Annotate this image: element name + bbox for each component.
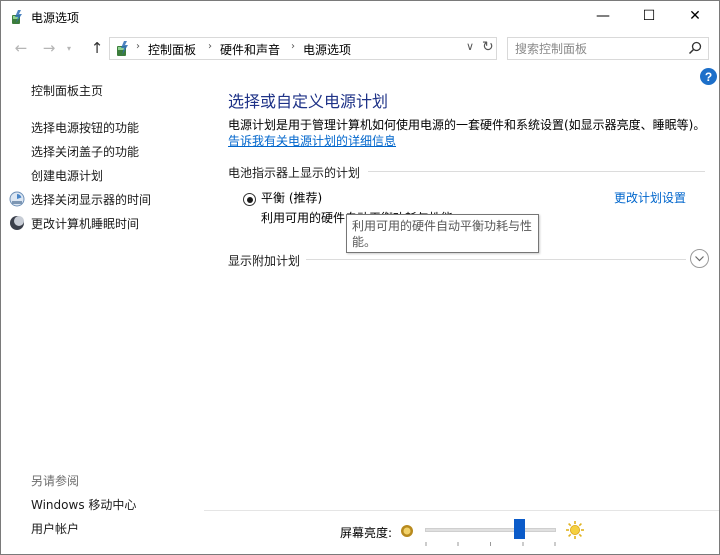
battery-plans-heading: 电池指示器上显示的计划 <box>228 166 361 180</box>
search-input[interactable] <box>508 38 684 59</box>
address-bar[interactable]: › 控制面板 › 硬件和声音 › 电源选项 ∨ ↻ <box>109 37 497 60</box>
up-arrow-icon[interactable]: ↑ <box>87 39 107 57</box>
power-options-window: 电源选项 — ☐ ✕ ← → ▾ ↑ › 控制面板 › 硬件和声音 › 电源选项… <box>0 0 720 555</box>
recent-locations-chevron-icon[interactable]: ▾ <box>63 39 75 57</box>
refresh-icon[interactable]: ↻ <box>482 39 494 55</box>
search-icon[interactable] <box>688 41 702 55</box>
sidebar-link-power-button[interactable]: 选择电源按钮的功能 <box>31 119 139 136</box>
breadcrumb-separator-icon[interactable]: › <box>208 41 212 52</box>
brightness-bar: 屏幕亮度: <box>204 510 719 554</box>
minimize-button[interactable]: — <box>580 1 626 31</box>
screen-brightness-label: 屏幕亮度: <box>340 526 393 540</box>
sidebar-link-windows-mobility-center[interactable]: Windows 移动中心 <box>31 496 136 513</box>
breadcrumb-power-options[interactable]: 电源选项 <box>303 41 351 58</box>
page-description: 电源计划是用于管理计算机如何使用电源的一套硬件和系统设置(如显示器亮度、睡眠等)… <box>228 118 706 132</box>
sidebar-link-display-off-time[interactable]: 选择关闭显示器的时间 <box>31 191 151 208</box>
balanced-plan-radio[interactable] <box>243 193 256 206</box>
back-arrow-icon[interactable]: ← <box>11 39 31 57</box>
sidebar-link-user-accounts[interactable]: 用户帐户 <box>31 520 79 537</box>
change-plan-settings-link[interactable]: 更改计划设置 <box>614 189 686 206</box>
section-divider <box>368 171 705 172</box>
see-also-heading: 另请参阅 <box>31 474 80 488</box>
learn-more-link[interactable]: 告诉我有关电源计划的详细信息 <box>228 132 396 149</box>
title-bar: 电源选项 — ☐ ✕ <box>1 1 719 33</box>
breadcrumb-control-panel[interactable]: 控制面板 <box>148 41 196 58</box>
maximize-button[interactable]: ☐ <box>626 1 672 31</box>
dim-brightness-icon[interactable] <box>399 523 415 539</box>
forward-arrow-icon[interactable]: → <box>39 39 59 57</box>
show-additional-plans-heading[interactable]: 显示附加计划 <box>228 252 300 269</box>
sidebar-link-lid[interactable]: 选择关闭盖子的功能 <box>31 143 139 160</box>
brightness-slider-ticks <box>425 542 556 546</box>
section-divider <box>306 259 686 260</box>
power-options-icon <box>12 10 22 24</box>
bright-sun-icon[interactable] <box>565 520 585 540</box>
plan-description-tooltip: 利用可用的硬件自动平衡功耗与性能。 <box>346 214 539 253</box>
control-panel-icon <box>117 41 128 56</box>
sidebar-link-sleep-time[interactable]: 更改计算机睡眠时间 <box>31 215 139 232</box>
breadcrumb-hardware-sound[interactable]: 硬件和声音 <box>220 41 280 58</box>
display-timer-icon <box>9 191 25 207</box>
help-icon[interactable]: ? <box>700 68 717 85</box>
brightness-slider-thumb[interactable] <box>513 519 525 539</box>
balanced-plan-label[interactable]: 平衡 (推荐) <box>261 189 322 206</box>
window-title: 电源选项 <box>31 11 80 25</box>
navigation-bar: ← → ▾ ↑ › 控制面板 › 硬件和声音 › 电源选项 ∨ ↻ <box>1 33 719 63</box>
page-title: 选择或自定义电源计划 <box>228 92 389 111</box>
breadcrumb-separator-icon[interactable]: › <box>291 41 295 52</box>
search-box[interactable] <box>507 37 709 60</box>
breadcrumb-separator-icon: › <box>136 41 140 52</box>
close-button[interactable]: ✕ <box>672 1 718 31</box>
brightness-slider-track[interactable] <box>425 528 556 532</box>
sleep-moon-icon <box>10 216 24 230</box>
sidebar-link-create-plan[interactable]: 创建电源计划 <box>31 167 103 184</box>
sidebar-link-control-panel-home[interactable]: 控制面板主页 <box>31 82 103 99</box>
chevron-down-icon <box>695 256 704 262</box>
address-dropdown-chevron-icon[interactable]: ∨ <box>466 40 474 53</box>
expand-additional-plans-button[interactable] <box>690 249 709 268</box>
